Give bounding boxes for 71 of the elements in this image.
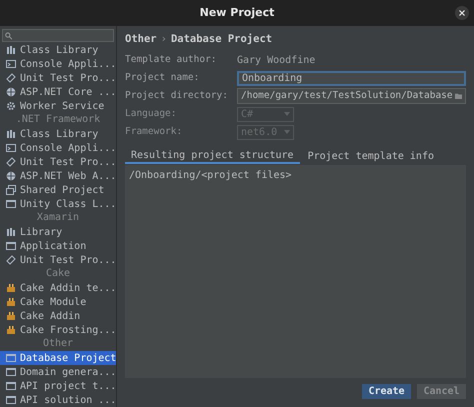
test-icon: [6, 73, 16, 83]
project-name-field[interactable]: Onboarding: [237, 70, 466, 86]
close-button[interactable]: [455, 6, 469, 20]
caret-icon: [284, 112, 290, 116]
window-title: New Project: [200, 4, 274, 21]
template-item[interactable]: Unity Class L...: [0, 197, 116, 211]
globe-icon: [6, 87, 16, 97]
template-item[interactable]: Console Appli...: [0, 57, 116, 71]
cake-icon: [6, 325, 16, 335]
search-icon: [5, 32, 12, 40]
directory-path: /home/gary/test/TestSolution/Database: [241, 88, 453, 103]
tab[interactable]: Project template info: [302, 148, 440, 164]
search-field[interactable]: [2, 29, 114, 42]
template-item[interactable]: Class Library: [0, 43, 116, 57]
create-button[interactable]: Create: [362, 384, 411, 399]
console-icon: [6, 59, 16, 69]
template-item[interactable]: Worker Service: [0, 99, 116, 113]
template-item[interactable]: Shared Project: [0, 183, 116, 197]
console-icon: [6, 143, 16, 153]
field-label: Project name:: [125, 70, 200, 85]
cake-icon: [6, 297, 16, 307]
window-icon: [6, 367, 16, 377]
template-item[interactable]: Cake Addin te...: [0, 281, 116, 295]
field-label: Project directory:: [125, 88, 229, 103]
breadcrumb-item: Other: [125, 32, 157, 48]
library-icon: [6, 129, 16, 139]
template-item[interactable]: Domain genera...: [0, 365, 116, 379]
template-item[interactable]: API solution ...: [0, 393, 116, 407]
template-item[interactable]: Database Project: [0, 351, 116, 365]
test-icon: [6, 255, 16, 265]
template-item[interactable]: Cake Addin: [0, 309, 116, 323]
gear-icon: [6, 101, 16, 111]
template-item[interactable]: Unit Test Pro...: [0, 71, 116, 85]
structure-text: /Onboarding/<project files>: [129, 170, 292, 181]
template-item[interactable]: Library: [0, 225, 116, 239]
test-icon: [6, 157, 16, 167]
window-icon: [6, 241, 16, 251]
field-label: Framework:: [125, 124, 184, 139]
group-header: Other: [42, 337, 74, 351]
close-icon: [459, 10, 465, 16]
author-value: Gary Woodfine: [237, 54, 316, 68]
breadcrumb-separator: ›: [160, 32, 167, 48]
template-item[interactable]: Cake Frosting...: [0, 323, 116, 337]
folder-icon: [454, 92, 462, 100]
template-item[interactable]: ASP.NET Core ...: [0, 85, 116, 99]
cake-icon: [6, 311, 16, 321]
group-header: .NET Framework: [14, 113, 102, 127]
template-item[interactable]: API project t...: [0, 379, 116, 393]
globe-icon: [6, 171, 16, 181]
template-item[interactable]: ASP.NET Web A...: [0, 169, 116, 183]
group-header: Xamarin: [36, 211, 80, 225]
breadcrumb-item: Database Project: [170, 32, 272, 48]
template-item[interactable]: Application: [0, 239, 116, 253]
windows-icon: [6, 185, 16, 195]
template-item[interactable]: Console Appli...: [0, 141, 116, 155]
window-icon: [6, 395, 16, 405]
template-item[interactable]: Cake Module: [0, 295, 116, 309]
field-label: Language:: [125, 106, 178, 121]
window-icon: [6, 381, 16, 391]
library-icon: [6, 227, 16, 237]
template-item[interactable]: Unit Test Pro...: [0, 253, 116, 267]
library-icon: [6, 45, 16, 55]
template-item[interactable]: Class Library: [0, 127, 116, 141]
directory-field[interactable]: /home/gary/test/TestSolution/Database: [237, 88, 466, 104]
template-item[interactable]: Unit Test Pro...: [0, 155, 116, 169]
caret-icon: [284, 130, 290, 134]
window-icon: [6, 353, 16, 363]
cake-icon: [6, 283, 16, 293]
group-header: Cake: [44, 267, 72, 281]
window-icon: [6, 199, 16, 209]
field-label: Template author:: [125, 52, 218, 67]
